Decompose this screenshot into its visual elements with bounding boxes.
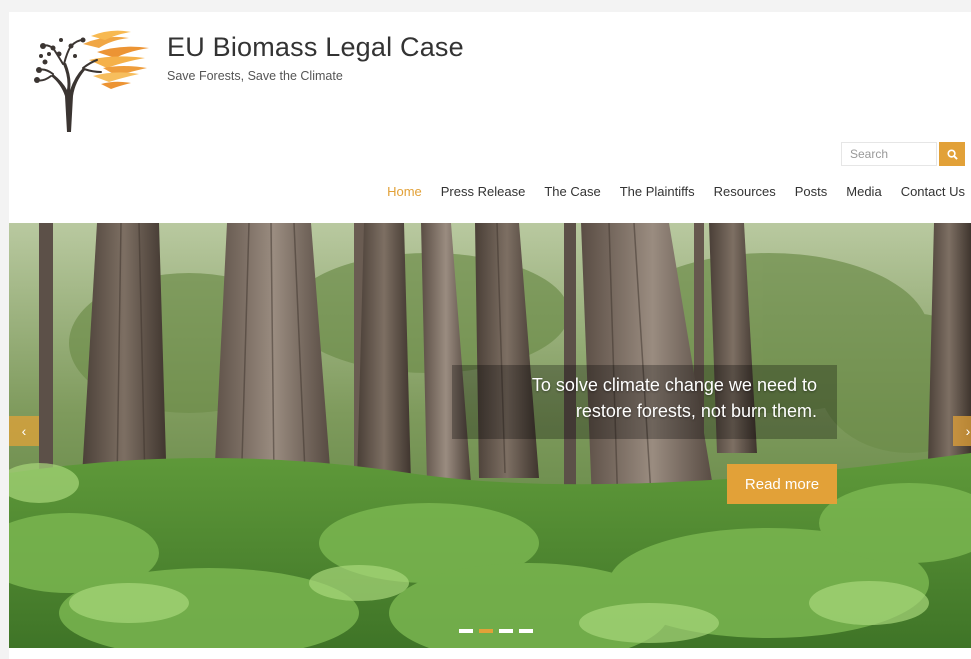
caption-line-1: To solve climate change we need to bbox=[531, 375, 817, 395]
chevron-right-icon: › bbox=[965, 423, 971, 439]
site-logo-tree-icon[interactable] bbox=[31, 26, 153, 134]
nav-item-press-release[interactable]: Press Release bbox=[441, 184, 526, 200]
slider-dot[interactable] bbox=[499, 629, 513, 633]
slider-pagination bbox=[459, 629, 533, 633]
slider-dot-active[interactable] bbox=[479, 629, 493, 633]
main-nav: Home Press Release The Case The Plaintif… bbox=[368, 184, 965, 200]
nav-item-the-case[interactable]: The Case bbox=[544, 184, 600, 200]
slider-prev-button[interactable]: ‹ bbox=[9, 416, 39, 446]
hero-slider: To solve climate change we need to resto… bbox=[9, 223, 971, 648]
page: EU Biomass Legal Case Save Forests, Save… bbox=[9, 12, 971, 659]
read-more-button[interactable]: Read more bbox=[727, 464, 837, 504]
slider-dot[interactable] bbox=[519, 629, 533, 633]
chevron-left-icon: ‹ bbox=[21, 423, 27, 439]
nav-item-posts[interactable]: Posts bbox=[795, 184, 828, 200]
slider-next-button[interactable]: › bbox=[953, 416, 971, 446]
nav-item-the-plaintiffs[interactable]: The Plaintiffs bbox=[620, 184, 695, 200]
nav-item-resources[interactable]: Resources bbox=[714, 184, 776, 200]
caption-line-2: restore forests, not burn them. bbox=[575, 401, 817, 421]
nav-item-contact-us[interactable]: Contact Us bbox=[901, 184, 965, 200]
search-input[interactable] bbox=[841, 142, 937, 166]
search-button[interactable] bbox=[939, 142, 965, 166]
slide-caption: To solve climate change we need to resto… bbox=[452, 365, 837, 439]
site-tagline: Save Forests, Save the Climate bbox=[167, 69, 343, 83]
search-form bbox=[841, 142, 965, 166]
search-icon bbox=[946, 148, 958, 160]
site-title[interactable]: EU Biomass Legal Case bbox=[167, 32, 464, 63]
slider-dot[interactable] bbox=[459, 629, 473, 633]
nav-item-media[interactable]: Media bbox=[846, 184, 881, 200]
nav-item-home[interactable]: Home bbox=[387, 184, 422, 200]
